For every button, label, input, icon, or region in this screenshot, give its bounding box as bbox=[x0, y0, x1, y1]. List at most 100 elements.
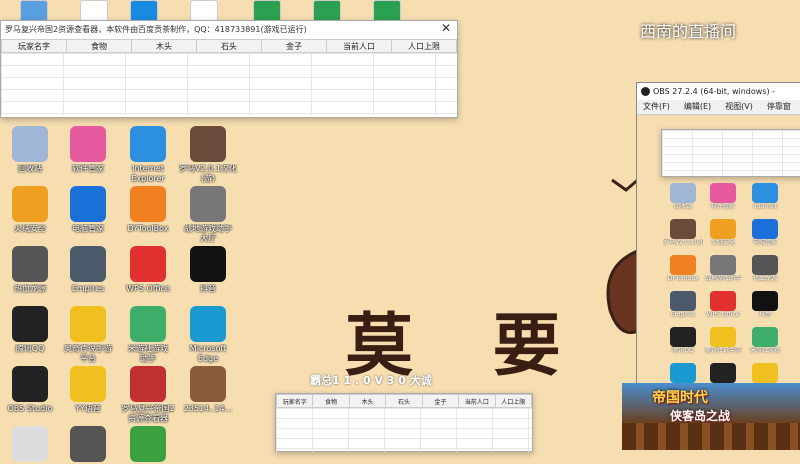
column-header[interactable]: 石头 bbox=[196, 39, 262, 53]
preview-shortcut: Microsoft bbox=[663, 363, 703, 383]
yy-icon bbox=[752, 363, 778, 383]
desktop-shortcut-label: Microsoft Edge bbox=[189, 344, 227, 363]
wps-icon bbox=[710, 291, 736, 311]
tiktok-icon bbox=[752, 291, 778, 311]
bear-icon bbox=[12, 426, 48, 462]
desktop-shortcut[interactable]: DYToolBox bbox=[118, 186, 178, 234]
qq-icon bbox=[12, 306, 48, 342]
empires-icon bbox=[70, 246, 106, 282]
column-header[interactable]: 人口上限 bbox=[494, 394, 533, 408]
game-ad-banner[interactable]: 帝国时代 侠客岛之战 bbox=[622, 383, 800, 450]
desktop-shortcut-label: 抖音 bbox=[200, 284, 216, 293]
preview-shortcut: 电脑管家 bbox=[745, 219, 785, 247]
preview-shortcut-label: 战地游戏助手 bbox=[704, 275, 741, 282]
preview-shortcut: 软件管家 bbox=[703, 183, 743, 211]
preview-shortcut: 抖音 bbox=[745, 291, 785, 319]
obs-menu-item[interactable]: 视图(V) bbox=[725, 100, 753, 114]
column-header[interactable]: 食物 bbox=[66, 39, 132, 53]
game-ad-scene bbox=[622, 423, 800, 450]
desktop-shortcut[interactable]: 23514..14... bbox=[178, 366, 238, 414]
duck-icon bbox=[710, 327, 736, 347]
desktop-shortcut[interactable]: OBS Studio bbox=[0, 366, 60, 414]
desktop-shortcut[interactable]: 热血龙源 bbox=[0, 246, 60, 294]
rabbit-icon bbox=[130, 306, 166, 342]
desktop-shortcut-label: 电脑管家 bbox=[72, 224, 104, 233]
desktop-shortcut[interactable]: Microsoft Edge bbox=[178, 306, 238, 364]
column-header[interactable]: 石头 bbox=[385, 394, 423, 408]
preview-shortcut-label: 电脑管家 bbox=[752, 239, 777, 246]
desktop-shortcut[interactable] bbox=[118, 426, 178, 464]
obs-menu-item[interactable]: 编辑(E) bbox=[684, 100, 711, 114]
game-assistant-icon bbox=[710, 255, 736, 275]
desktop-shortcut[interactable]: 罗马V2.0.1汉化 (游) bbox=[178, 126, 238, 184]
desktop-shortcut[interactable]: 软件管家 bbox=[58, 126, 118, 174]
duck-icon bbox=[70, 306, 106, 342]
resource-viewer-window-preview: 玩家名字 食物 木头 石头 金子 当前人口 人口上限 bbox=[275, 393, 533, 452]
obs-menubar: 文件(F) 编辑(E) 视图(V) 停靠窗 bbox=[637, 100, 800, 115]
column-header[interactable]: 木头 bbox=[348, 394, 387, 408]
desktop-shortcut-label: 米游社游戏 助手 bbox=[128, 344, 168, 363]
preview-shortcut: YY语音 bbox=[745, 363, 785, 383]
close-icon[interactable]: ✕ bbox=[441, 21, 451, 35]
viewer-icon bbox=[130, 366, 166, 402]
desktop-shortcut[interactable]: 电脑管家 bbox=[58, 186, 118, 234]
desktop-shortcut[interactable] bbox=[0, 426, 60, 464]
desktop-shortcut[interactable]: Internet Explorer bbox=[118, 126, 178, 184]
desktop-shortcut-label: Empires bbox=[71, 284, 105, 293]
wps-icon bbox=[130, 246, 166, 282]
desktop-shortcut[interactable]: 火绒安全 bbox=[0, 186, 60, 234]
internet-explorer-icon bbox=[752, 183, 778, 203]
pc-manager-icon bbox=[752, 219, 778, 239]
desktop-shortcut-label: 23514..14... bbox=[183, 404, 233, 413]
column-header[interactable]: 人口上限 bbox=[391, 39, 457, 53]
desktop-shortcut-label: 罗马复兴帝国2 资源查看器 bbox=[121, 404, 175, 423]
resource-viewer-title: 罗马复兴帝国2资源查看器，本软件由百度贡茶制作，QQ：418733891(游戏已… bbox=[1, 21, 457, 39]
preview-shortcut-label: 火绒安全 bbox=[710, 239, 735, 246]
column-header[interactable]: 木头 bbox=[131, 39, 197, 53]
resource-table: 玩家名字 食物 木头 石头 金子 当前人口 人口上限 bbox=[1, 39, 457, 53]
desktop-shortcut[interactable]: 罗马复兴帝国2 资源查看器 bbox=[118, 366, 178, 424]
desktop-shortcut[interactable]: 战地游戏助手 大厅 bbox=[178, 186, 238, 244]
preview-shortcut-label: 抖音 bbox=[758, 311, 771, 318]
preview-shortcut: 腾讯QQ bbox=[663, 327, 703, 355]
preview-shortcut: Empires bbox=[663, 291, 703, 319]
column-header[interactable]: 食物 bbox=[312, 394, 350, 408]
resource-viewer-window[interactable]: 罗马复兴帝国2资源查看器，本软件由百度贡茶制作，QQ：418733891(游戏已… bbox=[0, 20, 458, 118]
obs-menu-item[interactable]: 停靠窗 bbox=[767, 100, 791, 114]
edge-icon bbox=[670, 363, 696, 383]
dragon-icon bbox=[752, 255, 778, 275]
obs-window[interactable]: OBS 27.2.4 (64-bit, windows) - 文件(F) 编辑(E… bbox=[636, 82, 800, 384]
desktop-shortcut[interactable] bbox=[58, 426, 118, 464]
column-header[interactable]: 当前人口 bbox=[326, 39, 392, 53]
preview-shortcut-label: 热血龙源 bbox=[752, 275, 777, 282]
desktop-shortcut[interactable]: 米游社游戏 助手 bbox=[118, 306, 178, 364]
obs-icon bbox=[710, 363, 736, 383]
preview-shortcut: 热血龙源 bbox=[745, 255, 785, 283]
column-header[interactable]: 金子 bbox=[421, 394, 460, 408]
desktop-shortcut[interactable]: 抖音 bbox=[178, 246, 238, 294]
desktop-shortcut[interactable]: 回收站 bbox=[0, 126, 60, 174]
desktop-shortcut[interactable]: 腾讯QQ bbox=[0, 306, 60, 354]
tiktok-icon bbox=[190, 246, 226, 282]
column-header[interactable]: 金子 bbox=[261, 39, 327, 53]
preview-shortcut: 火绒安全 bbox=[703, 219, 743, 247]
huorong-icon bbox=[12, 186, 48, 222]
preview-shortcut-label: DYToolBox bbox=[667, 275, 699, 282]
obs-menu-item[interactable]: 文件(F) bbox=[643, 100, 670, 114]
desktop-shortcut[interactable]: 奥奇传说手游 平台 bbox=[58, 306, 118, 364]
column-header[interactable]: 玩家名字 bbox=[1, 39, 67, 53]
preview-shortcut: 罗马V2.0.1汉化 bbox=[663, 219, 703, 247]
game-ad-title: 帝国时代 bbox=[652, 390, 708, 406]
desktop-shortcut[interactable]: YY语音 bbox=[58, 366, 118, 414]
desktop-shortcut[interactable]: WPS Office bbox=[118, 246, 178, 294]
yy-icon bbox=[70, 366, 106, 402]
software-manager-icon bbox=[70, 126, 106, 162]
desktop-shortcut-label: 热血龙源 bbox=[14, 284, 46, 293]
desktop-shortcut-label: WPS Office bbox=[126, 284, 170, 293]
column-header[interactable]: 当前人口 bbox=[458, 394, 496, 408]
desktop-shortcut[interactable]: Empires bbox=[58, 246, 118, 294]
column-header[interactable]: 玩家名字 bbox=[275, 394, 314, 408]
desktop-shortcut-label: Internet Explorer bbox=[131, 164, 165, 183]
preview-shortcut: DYToolBox bbox=[663, 255, 703, 283]
obs-logo-icon bbox=[641, 87, 650, 96]
